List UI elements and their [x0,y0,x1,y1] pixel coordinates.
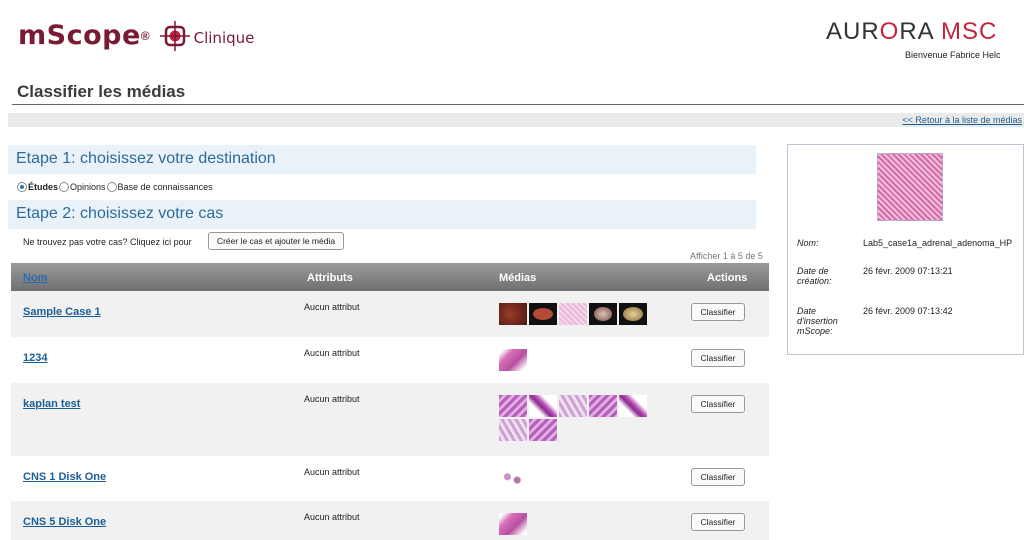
classify-button[interactable]: Classifier [691,395,745,413]
radio-opinions-label[interactable]: Opinions [70,182,106,192]
media-thumbnail[interactable] [559,303,587,325]
aurora-crosshair-o: O [879,18,900,45]
classify-button[interactable]: Classifier [691,303,745,321]
case-link[interactable]: CNS 1 Disk One [23,471,106,483]
crosshair-icon [159,20,190,51]
radio-etudes[interactable] [17,182,27,192]
table-row: CNS 5 Disk One Aucun attribut Classifier [11,501,769,540]
case-link[interactable]: CNS 5 Disk One [23,516,106,528]
media-thumbnail[interactable] [499,303,527,325]
media-thumbnail[interactable] [499,513,527,535]
brand-name: mScope [18,20,141,51]
detail-name-value: Lab5_case1a_adrenal_adenoma_HP [863,238,1013,248]
brand-subtitle: Clinique [193,28,255,47]
media-thumbnail[interactable] [499,468,527,490]
case-media-thumbnails [499,395,651,441]
column-header-attributes: Attributs [307,272,353,284]
case-attributes: Aucun attribut [304,512,360,522]
case-attributes: Aucun attribut [304,467,360,477]
aurora-logo-text-left: AUR [826,18,880,45]
radio-knowledge-base[interactable] [106,182,117,192]
media-thumbnail[interactable] [619,303,647,325]
media-details-panel: Nom: Lab5_case1a_adrenal_adenoma_HP Date… [787,144,1024,355]
media-thumbnail[interactable] [499,395,527,417]
mscope-logo: mScope ® Clinique [18,20,254,51]
classify-button[interactable]: Classifier [691,513,745,531]
media-thumbnail[interactable] [499,349,527,371]
case-link[interactable]: Sample Case 1 [23,306,101,318]
detail-created-value: 26 févr. 2009 07:13:21 [863,266,953,276]
media-thumbnail[interactable] [589,303,617,325]
media-thumbnail[interactable] [619,395,647,417]
step2-title: Etape 2: choisissez votre cas [16,205,224,222]
pagination-summary: Afficher 1 à 5 de 5 [690,251,763,261]
media-thumbnail[interactable] [589,395,617,417]
aurora-logo-text-right: RA [899,18,942,45]
case-link[interactable]: 1234 [23,352,47,364]
case-media-thumbnails [499,513,669,535]
media-thumbnail[interactable] [559,395,587,417]
brand-registered-mark: ® [140,28,150,43]
welcome-message: Bienvenue Fabrice Helc [905,50,1001,60]
radio-knowledge-base-label[interactable]: Base de connaissances [118,182,213,192]
classify-button[interactable]: Classifier [691,468,745,486]
destination-radio-group: Études Opinions Base de connaissances [17,182,214,192]
table-row: 1234 Aucun attribut Classifier [11,337,769,383]
column-header-name[interactable]: Nom [23,272,47,284]
step1-title: Etape 1: choisissez votre destination [16,150,276,167]
radio-etudes-label[interactable]: Études [28,182,58,192]
detail-inserted-label: Date d'insertion mScope: [797,306,838,336]
case-media-thumbnails [499,468,669,490]
sub-toolbar [8,113,1024,127]
table-row: CNS 1 Disk One Aucun attribut Classifier [11,456,769,501]
column-header-medias: Médias [499,272,537,284]
aurora-logo-accent: MSC [941,18,998,45]
radio-opinions[interactable] [59,182,70,192]
column-header-actions: Actions [707,272,748,284]
create-case-button[interactable]: Créer le cas et ajouter le média [208,232,344,250]
case-link[interactable]: kaplan test [23,398,80,410]
selected-media-thumbnail[interactable] [877,153,943,221]
page-title: Classifier les médias [17,82,186,101]
title-divider [12,104,1024,105]
table-row: kaplan test Aucun attribut Classifier [11,383,769,456]
case-attributes: Aucun attribut [304,348,360,358]
case-media-thumbnails [499,303,669,325]
detail-name-label: Nom: [797,238,819,248]
case-attributes: Aucun attribut [304,302,360,312]
media-thumbnail[interactable] [499,419,527,441]
case-media-thumbnails [499,349,669,371]
table-row: Sample Case 1 Aucun attribut Classifier [11,291,769,337]
case-not-found-text: Ne trouvez pas votre cas? Cliquez ici po… [23,237,192,247]
back-to-media-list-link[interactable]: << Retour à la liste de médias [902,115,1022,125]
aurora-logo: AURORA MSC [826,18,997,46]
detail-created-label: Date de création: [797,266,832,286]
detail-inserted-value: 26 févr. 2009 07:13:42 [863,306,953,316]
table-header: Nom Attributs Médias Actions [11,263,769,291]
media-thumbnail[interactable] [529,419,557,441]
case-attributes: Aucun attribut [304,394,360,404]
classify-button[interactable]: Classifier [691,349,745,367]
media-thumbnail[interactable] [529,303,557,325]
media-thumbnail[interactable] [529,395,557,417]
